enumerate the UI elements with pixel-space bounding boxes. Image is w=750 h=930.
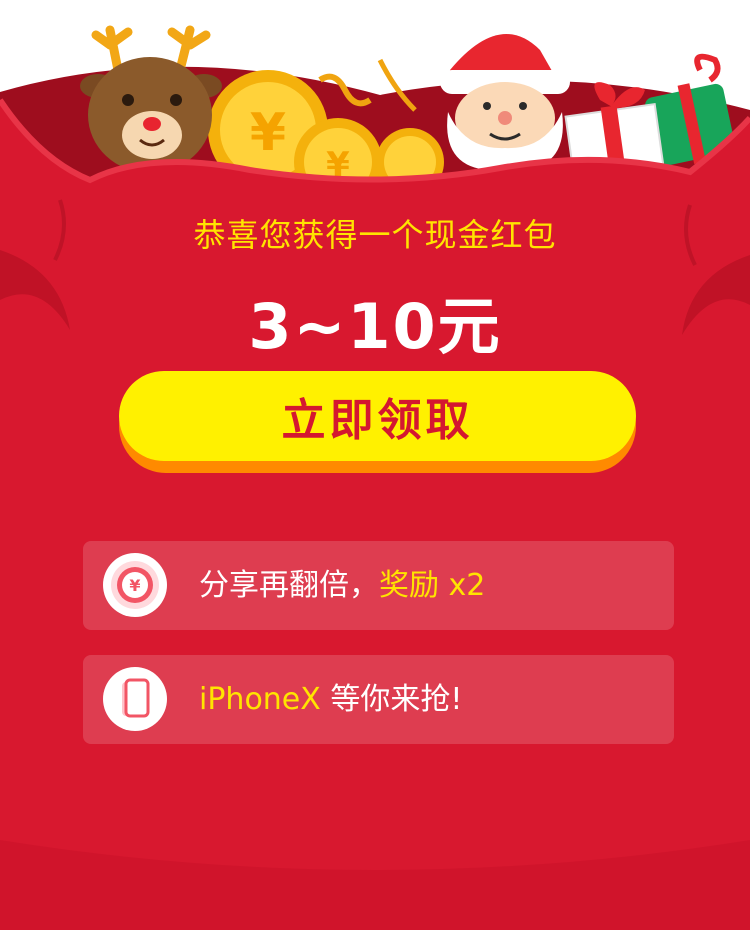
claim-button-face: 立即领取	[119, 371, 636, 461]
perk-share-text: 分享再翻倍，奖励 x2	[199, 541, 485, 630]
claim-button-label: 立即领取	[281, 396, 474, 445]
perk-iphone-text: iPhoneX 等你来抢!	[199, 655, 462, 744]
claim-now-button[interactable]: 立即领取	[119, 371, 636, 473]
red-envelope-coin-icon: ¥	[103, 553, 167, 617]
red-packet-page: ¥ ¥ 恭喜您获得一个现金红包 3~10元 立即领取 ¥ 分享再翻倍，奖励 x2…	[0, 0, 750, 930]
perk-share-double[interactable]: ¥ 分享再翻倍，奖励 x2	[83, 541, 674, 630]
santa-icon	[440, 7, 570, 171]
perk-share-prefix: 分享再翻倍，	[199, 568, 379, 603]
coin-symbol: ¥	[129, 576, 140, 595]
phone-icon	[103, 667, 167, 731]
perk-iphone-suffix: 等你来抢!	[320, 682, 463, 717]
coin-symbol: ¥	[250, 103, 286, 163]
perk-iphone-prize[interactable]: iPhoneX 等你来抢!	[83, 655, 674, 744]
perk-iphone-highlight: iPhoneX	[199, 682, 321, 717]
congrats-headline: 恭喜您获得一个现金红包	[193, 216, 557, 254]
reward-amount: 3~10元	[248, 290, 502, 363]
perk-share-highlight: 奖励 x2	[379, 568, 486, 603]
